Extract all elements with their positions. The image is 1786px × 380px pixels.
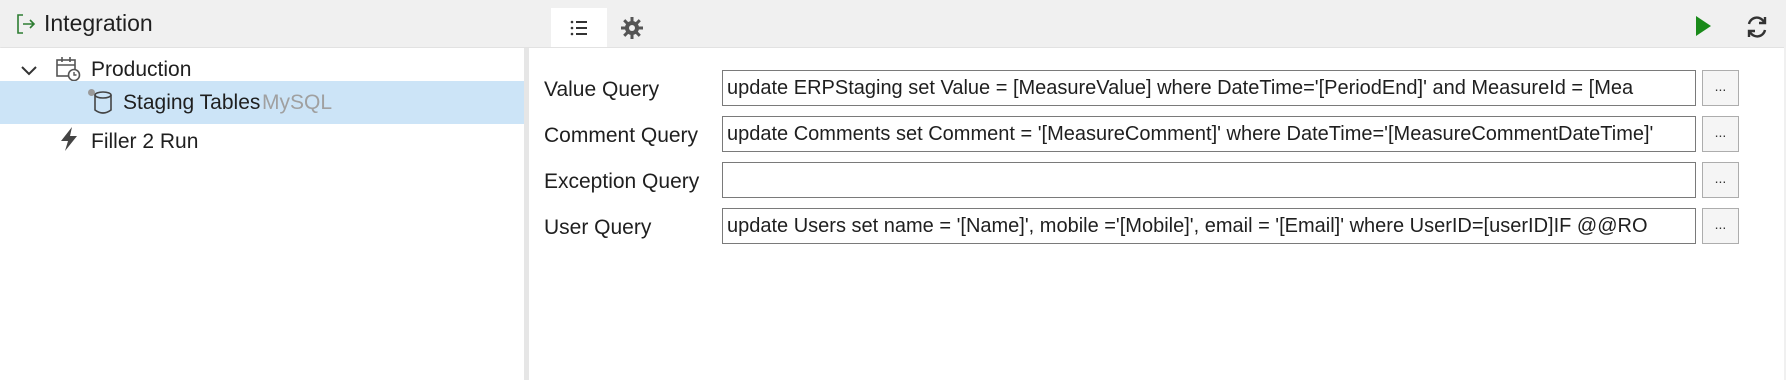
- comment-query-ellipsis-button[interactable]: ...: [1702, 116, 1739, 152]
- tree-item-filler-2-run[interactable]: Filler 2 Run: [0, 120, 524, 163]
- gear-icon: [621, 16, 643, 39]
- user-query-label: User Query: [544, 216, 652, 239]
- tree-item-label: Staging Tables: [123, 90, 261, 114]
- value-query-label: Value Query: [544, 78, 660, 101]
- tab-settings[interactable]: [604, 8, 660, 47]
- exception-query-row: Exception Query ...: [529, 162, 1786, 202]
- value-query-input[interactable]: update ERPStaging set Value = [MeasureVa…: [722, 70, 1696, 106]
- refresh-icon[interactable]: [1744, 14, 1770, 40]
- chevron-down-icon[interactable]: [18, 59, 40, 81]
- tab-list[interactable]: [551, 8, 607, 47]
- tree-item-staging-tables[interactable]: Staging Tables MySQL: [0, 81, 524, 124]
- user-query-input[interactable]: update Users set name = '[Name]', mobile…: [722, 208, 1696, 244]
- play-icon[interactable]: [1692, 14, 1714, 38]
- comment-query-label: Comment Query: [544, 124, 699, 147]
- tree-item-label: Filler 2 Run: [91, 129, 199, 153]
- exception-query-input[interactable]: [722, 162, 1696, 198]
- tree-view: Production Staging Tables MySQL Filler 2…: [0, 48, 524, 380]
- comment-query-input[interactable]: update Comments set Comment = '[MeasureC…: [722, 116, 1696, 152]
- exception-query-label: Exception Query: [544, 170, 700, 193]
- calendar-clock-icon: [56, 57, 81, 82]
- exit-arrow-icon: [17, 13, 36, 34]
- left-panel-header: Integration: [0, 0, 524, 48]
- user-query-ellipsis-button[interactable]: ...: [1702, 208, 1739, 244]
- lightning-icon: [61, 127, 77, 151]
- query-form: Value Query update ERPStaging set Value …: [529, 48, 1786, 380]
- value-query-ellipsis-button[interactable]: ...: [1702, 70, 1739, 106]
- exception-query-ellipsis-button[interactable]: ...: [1702, 162, 1739, 198]
- tree-item-sublabel: MySQL: [262, 90, 333, 114]
- list-icon: [570, 20, 587, 35]
- tree-item-label: Production: [91, 57, 192, 81]
- panel-title: Integration: [44, 10, 153, 36]
- database-icon: [94, 91, 112, 114]
- comment-query-row: Comment Query update Comments set Commen…: [529, 116, 1786, 156]
- right-panel-header: [524, 0, 1786, 48]
- value-query-row: Value Query update ERPStaging set Value …: [529, 70, 1786, 110]
- user-query-row: User Query update Users set name = '[Nam…: [529, 208, 1786, 248]
